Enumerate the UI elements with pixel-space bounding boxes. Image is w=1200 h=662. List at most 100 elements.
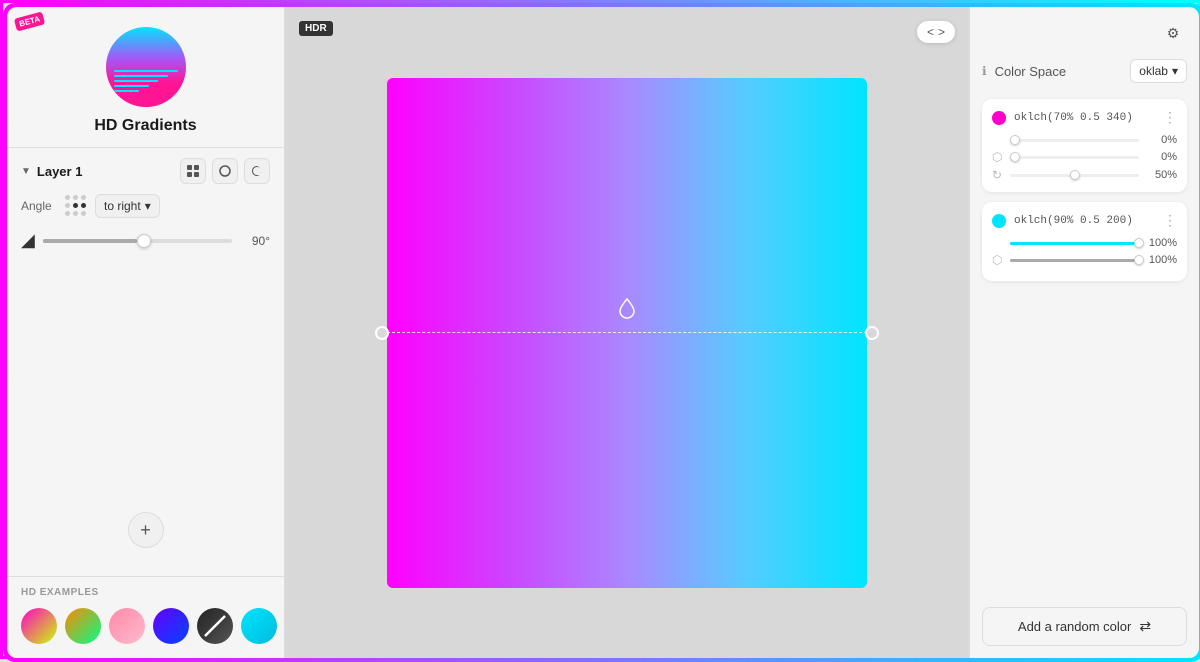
app-container: BETA HD Gradients ▼ [3, 3, 1200, 662]
info-icon: ℹ [982, 64, 987, 78]
gradient-midpoint-handle[interactable] [616, 297, 638, 324]
layer-header: ▼ Layer 1 [21, 158, 270, 184]
color-stop-2-header: oklch(90% 0.5 200) ⋮ [992, 212, 1177, 229]
logo-circle [106, 27, 186, 107]
grid-icon-btn[interactable] [180, 158, 206, 184]
examples-section: HD EXAMPLES [7, 576, 284, 658]
chevron-down-icon: ▾ [145, 199, 151, 213]
angle-icon: ◢ [21, 230, 35, 251]
nav-arrows: < > [917, 21, 955, 43]
angle-slider-track[interactable] [43, 239, 232, 243]
example-swatch-6[interactable] [241, 608, 277, 644]
midpoint-row-1: ↻ 50% [992, 168, 1177, 182]
gradient-handle-right[interactable] [865, 326, 879, 340]
link-icon-2b: ⬡ [992, 253, 1004, 267]
color-dot-2[interactable] [992, 214, 1006, 228]
angle-direction: to right [104, 199, 141, 213]
midpoint-slider-1[interactable] [1010, 174, 1139, 177]
right-panel: ⚙ ℹ Color Space oklab ▾ oklch(70% 0.5 34… [969, 7, 1199, 658]
angle-dropdown[interactable]: to right ▾ [95, 194, 160, 218]
dot-mm [73, 203, 78, 208]
logo-line-4 [114, 85, 149, 87]
dot-tm [73, 195, 78, 200]
nav-left-arrow[interactable]: < [927, 25, 934, 39]
logo-line-3 [114, 80, 159, 82]
color-slider-1a-row: 0% [992, 134, 1177, 146]
gear-icon: ⚙ [1167, 25, 1180, 42]
example-swatch-2[interactable] [65, 608, 101, 644]
collapse-arrow[interactable]: ▼ [21, 166, 31, 177]
color-slider-1b-row: ⬡ 0% [992, 150, 1177, 164]
color-stop-2-more[interactable]: ⋮ [1163, 212, 1177, 229]
dot-grid[interactable] [65, 195, 87, 217]
layer-section: ▼ Layer 1 [7, 147, 284, 269]
midpoint-value-1: 50% [1145, 169, 1177, 181]
color-space-value: oklab [1139, 64, 1168, 78]
color-stop-1-label: oklch(70% 0.5 340) [1014, 112, 1155, 124]
logo-line-5 [114, 90, 140, 92]
example-swatch-4[interactable] [153, 608, 189, 644]
dot-mr [81, 203, 86, 208]
examples-label: HD EXAMPLES [21, 587, 270, 598]
logo-line-1 [114, 70, 178, 72]
layer-icons [180, 158, 270, 184]
midpoint-thumb-1 [1070, 170, 1080, 180]
examples-row [21, 608, 270, 644]
color-value-2a: 100% [1145, 237, 1177, 249]
add-random-color-button[interactable]: Add a random color ⇄ [982, 607, 1187, 646]
color-slider-1a[interactable] [1010, 139, 1139, 142]
color-slider-2a-row: 100% [992, 237, 1177, 249]
angle-slider-row: ◢ 90° [21, 230, 270, 251]
angle-slider-value: 90° [240, 234, 270, 248]
example-swatch-1[interactable] [21, 608, 57, 644]
dot-tr [81, 195, 86, 200]
color-value-1a: 0% [1145, 134, 1177, 146]
color-space-label: Color Space [995, 64, 1123, 79]
logo-line-2 [114, 75, 168, 77]
circle-icon-btn[interactable] [212, 158, 238, 184]
left-panel: BETA HD Gradients ▼ [7, 7, 285, 658]
color-stop-2: oklch(90% 0.5 200) ⋮ 100% ⬡ [982, 202, 1187, 281]
color-value-2b: 100% [1145, 254, 1177, 266]
color-slider-1b[interactable] [1010, 156, 1139, 159]
color-value-1b: 0% [1145, 151, 1177, 163]
angle-row: Angle to right ▾ [21, 194, 270, 218]
color-stop-1-header: oklch(70% 0.5 340) ⋮ [992, 109, 1177, 126]
dot-tl [65, 195, 70, 200]
add-random-color-label: Add a random color [1018, 619, 1131, 634]
dot-ml [65, 203, 70, 208]
add-layer-button[interactable]: + [128, 512, 164, 548]
app-title: HD Gradients [94, 117, 196, 135]
midpoint-icon-1: ↻ [992, 168, 1004, 182]
crescent-icon-btn[interactable] [244, 158, 270, 184]
color-dot-1[interactable] [992, 111, 1006, 125]
chevron-down-icon: ▾ [1172, 64, 1178, 78]
color-stop-1-more[interactable]: ⋮ [1163, 109, 1177, 126]
gear-button[interactable]: ⚙ [1159, 19, 1187, 47]
color-slider-2b[interactable] [1010, 259, 1139, 262]
angle-slider-thumb [137, 234, 151, 248]
layer-name: Layer 1 [37, 164, 83, 179]
link-icon-1b: ⬡ [992, 150, 1004, 164]
color-slider-2a[interactable] [1010, 242, 1139, 245]
shuffle-icon: ⇄ [1139, 618, 1151, 635]
gradient-canvas[interactable] [387, 78, 867, 588]
angle-slider-fill [43, 239, 138, 243]
color-stop-2-label: oklch(90% 0.5 200) [1014, 215, 1155, 227]
gradient-handle-left[interactable] [375, 326, 389, 340]
logo-lines [114, 70, 178, 92]
inner-container: BETA HD Gradients ▼ [7, 7, 1199, 658]
dot-br [81, 211, 86, 216]
right-header: ⚙ [982, 19, 1187, 47]
dot-bl [65, 211, 70, 216]
color-stop-1: oklch(70% 0.5 340) ⋮ 0% ⬡ [982, 99, 1187, 192]
hdr-badge: HDR [299, 21, 333, 36]
nav-right-arrow[interactable]: > [938, 25, 945, 39]
dot-bm [73, 211, 78, 216]
center-panel: HDR < > [285, 7, 969, 658]
layer-title-row: ▼ Layer 1 [21, 164, 82, 179]
color-space-dropdown[interactable]: oklab ▾ [1130, 59, 1187, 83]
example-swatch-5[interactable] [197, 608, 233, 644]
example-swatch-3[interactable] [109, 608, 145, 644]
color-space-row: ℹ Color Space oklab ▾ [982, 59, 1187, 83]
